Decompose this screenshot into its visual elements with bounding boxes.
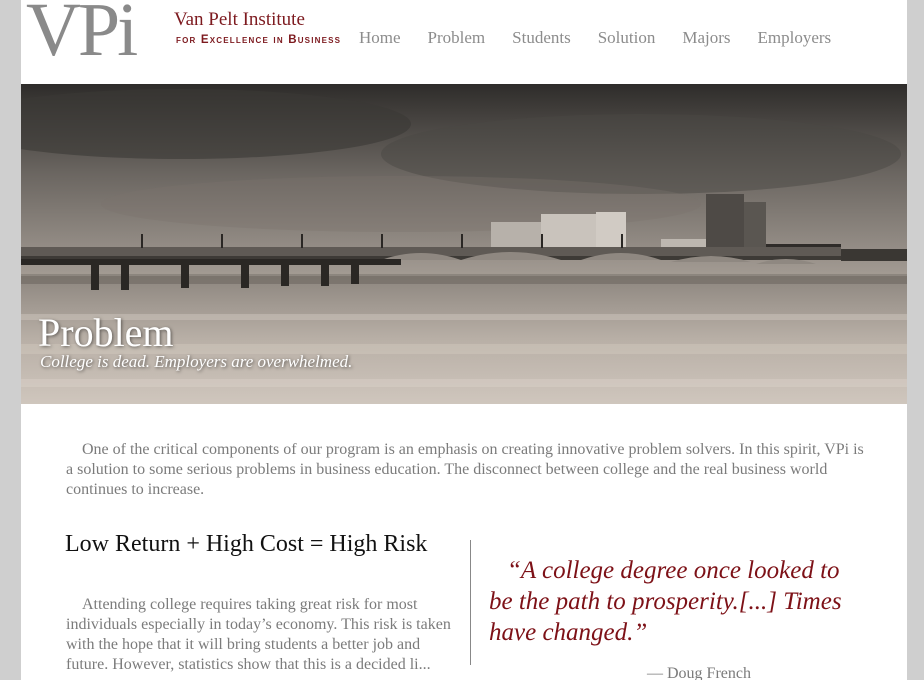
section-heading: Low Return + High Cost = High Risk (65, 531, 428, 557)
column-divider (470, 540, 471, 665)
section-body: Attending college requires taking great … (66, 596, 451, 673)
nav-home[interactable]: Home (359, 28, 401, 48)
nav-majors[interactable]: Majors (682, 28, 730, 48)
nav-solution[interactable]: Solution (598, 28, 656, 48)
site-header: VPi Van Pelt Institute for Excellence in… (21, 0, 907, 84)
logo-name: Van Pelt Institute (174, 9, 305, 30)
nav-students[interactable]: Students (512, 28, 571, 48)
nav-employers[interactable]: Employers (758, 28, 832, 48)
quote-author: — Doug French (647, 665, 751, 680)
intro-paragraph: One of the critical components of our pr… (66, 441, 864, 498)
page: VPi Van Pelt Institute for Excellence in… (21, 0, 907, 680)
pull-quote: “A college degree once looked to be the … (489, 557, 842, 646)
main-nav: Home Problem Students Solution Majors Em… (359, 28, 858, 48)
hero-title: Problem (38, 310, 174, 355)
nav-problem[interactable]: Problem (428, 28, 486, 48)
site-logo[interactable]: VPi Van Pelt Institute for Excellence in… (26, 0, 340, 80)
logo-mark: VPi (26, 0, 138, 72)
hero-banner: Problem College is dead. Employers are o… (21, 84, 907, 404)
hero-subtitle: College is dead. Employers are overwhelm… (40, 352, 353, 371)
logo-tagline: for Excellence in Business (176, 34, 342, 46)
